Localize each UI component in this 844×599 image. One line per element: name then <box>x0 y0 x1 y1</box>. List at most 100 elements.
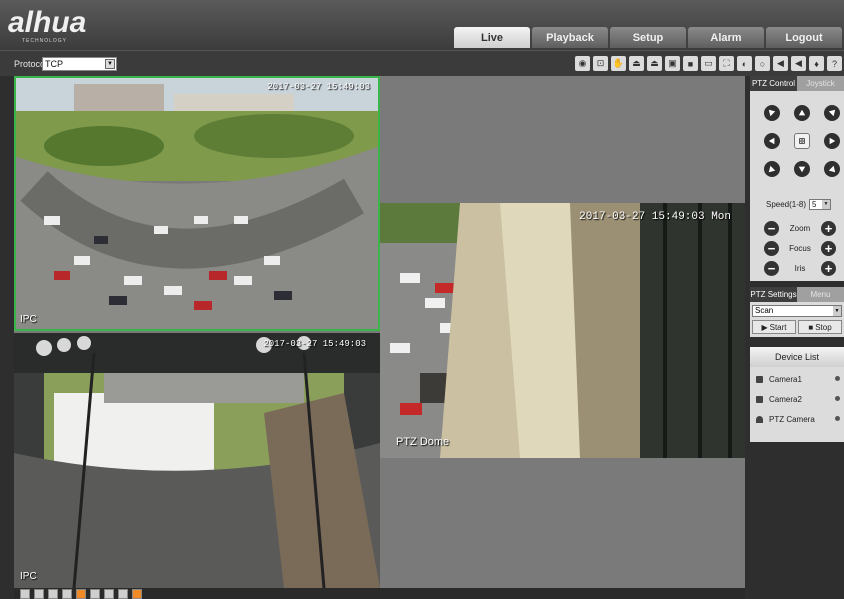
stop-button[interactable]: ■ Stop <box>798 320 842 334</box>
layout-split16-icon[interactable] <box>118 588 128 599</box>
iris-label: Iris <box>794 264 806 273</box>
layout-bar <box>14 588 745 599</box>
device-list-box: Device List Camera1 Camera2 PTZ Camera <box>750 347 844 442</box>
device-label: Camera2 <box>769 395 802 404</box>
hand-icon[interactable]: ✋ <box>611 56 626 71</box>
ptz-mode-value: Scan <box>755 306 774 315</box>
ptz-direction-pad <box>764 105 840 177</box>
ptz-right-down-button[interactable] <box>824 161 840 177</box>
ptz-tabs: PTZ Control Joystick <box>750 76 844 91</box>
chevron-down-icon: ▼ <box>105 59 115 69</box>
ptz-right-up-button[interactable] <box>824 105 840 121</box>
toolbar-icons: ◉ ⊡ ✋ ⏏ ⏏ ▣ ■ ▭ ⛶ ◐ ○ ◀ ◀ ♦ ? <box>575 56 842 71</box>
layout-split25-icon[interactable] <box>132 588 142 599</box>
tab-alarm[interactable]: Alarm <box>688 27 764 48</box>
play-icon: ▶ <box>761 322 768 332</box>
video-channel-2: PTZ Dome <box>396 436 450 448</box>
video-timestamp-1: 2017-03-27 15:49:03 <box>267 82 370 92</box>
device-list-title: Device List <box>750 347 844 367</box>
tab-ptz-settings[interactable]: PTZ Settings <box>750 287 797 302</box>
camera-icon[interactable]: ◐ <box>737 56 752 71</box>
device-item-camera1[interactable]: Camera1 <box>756 375 840 384</box>
speed-select[interactable]: 5 ▼ <box>809 199 832 210</box>
arrow-up-right-icon <box>828 109 836 117</box>
start-button[interactable]: ▶ Start <box>752 320 796 334</box>
status-icon <box>835 396 840 401</box>
header-bar: alhua TECHNOLOGY Live Playback Setup Ala… <box>0 0 844 50</box>
zoom-row: − Zoom + <box>764 221 836 236</box>
main-nav: Live Playback Setup Alarm Logout <box>454 27 842 48</box>
record-icon[interactable]: ⏏ <box>629 56 644 71</box>
arrow-right-icon <box>829 137 836 145</box>
focus-plus-button[interactable]: + <box>820 241 836 256</box>
ptz-left-button[interactable] <box>764 133 780 149</box>
tab-live[interactable]: Live <box>454 27 530 48</box>
tab-joystick[interactable]: Joystick <box>797 76 844 91</box>
circle-icon[interactable]: ○ <box>755 56 770 71</box>
video-feed-2 <box>380 203 745 458</box>
ptz-left-down-button[interactable] <box>764 161 780 177</box>
layout-split9-icon[interactable] <box>90 588 100 599</box>
protocol-select[interactable]: TCP ▼ <box>42 57 117 71</box>
device-label: Camera1 <box>769 375 802 384</box>
start-label: Start <box>769 322 787 332</box>
video-pane-2[interactable]: 2017-03-27 15:49:03 Mon PTZ Dome <box>380 203 745 458</box>
arrow-down-right-icon <box>828 165 836 173</box>
video-pane-1[interactable]: 2017-03-27 15:49:03 IPC <box>14 76 380 331</box>
chevron-down-icon: ▼ <box>833 306 841 316</box>
ptz-speed-row: Speed(1-8) 5 ▼ <box>766 199 832 210</box>
stop-icon: ■ <box>808 322 814 332</box>
ptz-panel: PTZ Control Joystick Speed(1-8) 5 ▼ − Zo… <box>750 76 844 599</box>
zoom-out-button[interactable]: − <box>764 221 779 236</box>
video-channel-3: IPC <box>20 571 37 582</box>
device-item-camera2[interactable]: Camera2 <box>756 395 840 404</box>
focus-minus-button[interactable]: − <box>764 241 779 256</box>
zoom-icon[interactable]: ⊡ <box>593 56 608 71</box>
focus-row: − Focus + <box>764 241 836 256</box>
ptz-down-button[interactable] <box>794 161 810 177</box>
speaker-icon[interactable]: ◀ <box>791 56 806 71</box>
ptz-settings-tabs: PTZ Settings Menu <box>750 287 844 302</box>
iris-minus-button[interactable]: − <box>764 261 779 276</box>
fullscreen-icon[interactable]: ⛶ <box>719 56 734 71</box>
camera-icon <box>756 396 763 403</box>
mic-icon[interactable]: ♦ <box>809 56 824 71</box>
tab-menu[interactable]: Menu <box>797 287 844 302</box>
protocol-value: TCP <box>45 59 63 69</box>
image-icon[interactable]: ▣ <box>665 56 680 71</box>
ptz-left-up-button[interactable] <box>764 105 780 121</box>
live-toolbar: Protocol TCP ▼ ◉ ⊡ ✋ ⏏ ⏏ ▣ ■ ▭ ⛶ ◐ ○ ◀ ◀… <box>0 50 844 76</box>
tab-setup[interactable]: Setup <box>610 27 686 48</box>
device-item-ptz-camera[interactable]: PTZ Camera <box>756 415 840 424</box>
zoom-in-button[interactable]: + <box>820 221 836 236</box>
video-grid: 2017-03-27 15:49:03 IPC 2017-03-27 15:49… <box>14 76 745 588</box>
layout-home-icon[interactable] <box>20 588 30 599</box>
brand-tagline: TECHNOLOGY <box>22 38 68 44</box>
video-feed-3 <box>14 333 380 588</box>
record2-icon[interactable]: ⏏ <box>647 56 662 71</box>
iris-plus-button[interactable]: + <box>820 261 836 276</box>
layout-split13-icon[interactable] <box>104 588 114 599</box>
layout-split4-icon[interactable] <box>48 588 58 599</box>
ptz-up-button[interactable] <box>794 105 810 121</box>
ratio-icon[interactable]: ■ <box>683 56 698 71</box>
video-pane-3[interactable]: 2017-03-27 15:49:03 IPC <box>14 333 380 588</box>
layout-split6-icon[interactable] <box>62 588 72 599</box>
ptz-3d-position-button[interactable] <box>794 133 810 149</box>
arrow-left-icon <box>768 137 775 145</box>
ptz-mode-select[interactable]: Scan ▼ <box>752 305 842 317</box>
speed-value: 5 <box>812 200 817 209</box>
dome-camera-icon <box>756 416 763 423</box>
window-icon[interactable]: ▭ <box>701 56 716 71</box>
layout-split1-icon[interactable] <box>34 588 44 599</box>
status-icon <box>835 376 840 381</box>
tab-logout[interactable]: Logout <box>766 27 842 48</box>
ptz-right-button[interactable] <box>824 133 840 149</box>
audio-icon[interactable]: ◀ <box>773 56 788 71</box>
video-feed-1 <box>14 76 380 331</box>
snapshot-icon[interactable]: ◉ <box>575 56 590 71</box>
layout-split8-icon[interactable] <box>76 588 86 599</box>
tab-playback[interactable]: Playback <box>532 27 608 48</box>
tab-ptz-control[interactable]: PTZ Control <box>750 76 797 91</box>
help-icon[interactable]: ? <box>827 56 842 71</box>
